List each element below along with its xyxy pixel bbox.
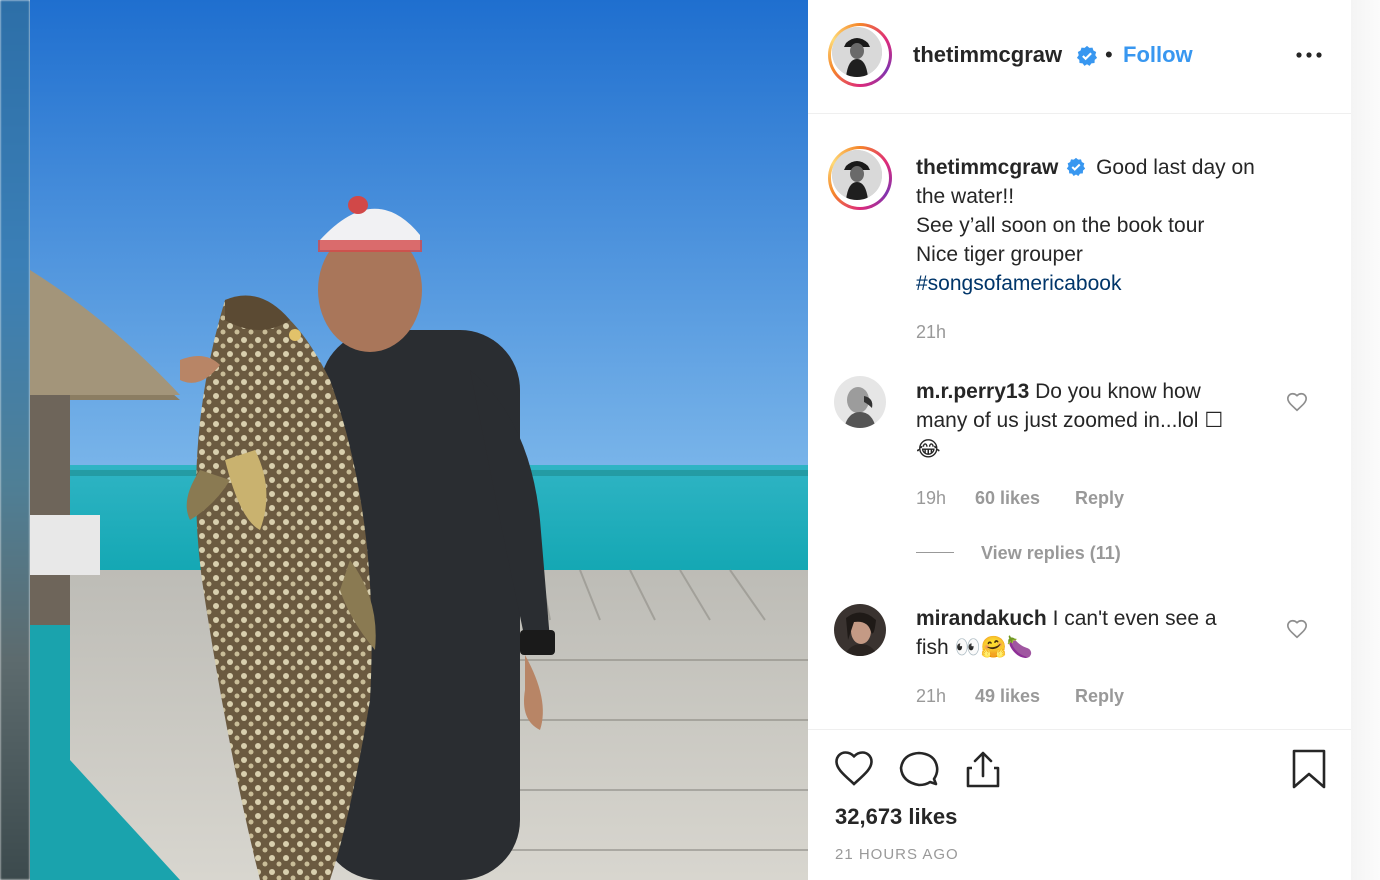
caption-text: thetimmcgraw Good last day on the water!… [916,153,1316,298]
header-username[interactable]: thetimmcgraw [913,42,1062,68]
caption-line: the water!! [916,185,1015,208]
caption-line: Good last day on [1096,156,1255,179]
caption-username[interactable]: thetimmcgraw [916,156,1058,179]
comment-timestamp[interactable]: 21h [916,686,946,707]
hashtag-link[interactable]: #songsofamericabook [916,272,1121,295]
more-horizontal-icon[interactable] [1294,40,1324,70]
like-comment-heart-icon[interactable] [1286,391,1308,413]
post-photo-illustration [30,0,808,880]
missing-glyph: ☐ [1204,409,1224,432]
like-heart-icon[interactable] [833,748,875,790]
caption-line: Nice tiger grouper [916,243,1083,266]
caption-line: See y’all soon on the book tour [916,214,1205,237]
comment-timestamp[interactable]: 19h [916,488,946,509]
comment-line: many of us just zoomed in...lol [916,409,1199,432]
post-likes-count[interactable]: 32,673 likes [835,804,957,830]
view-replies-button[interactable]: View replies (11) [981,543,1121,564]
commenter-avatar[interactable] [834,604,886,656]
replies-divider [916,552,954,553]
comment-username[interactable]: mirandakuch [916,607,1047,630]
caption-avatar[interactable] [828,146,892,210]
comment-line: 😂 [916,438,941,461]
post-header: thetimmcgraw • Follow [808,0,1351,114]
reply-button[interactable]: Reply [1075,686,1124,707]
share-icon[interactable] [962,748,1004,790]
author-avatar[interactable] [828,23,892,87]
reply-button[interactable]: Reply [1075,488,1124,509]
caption-verified-icon [1067,157,1086,176]
background-blur-strip [0,0,30,880]
header-separator: • [1105,42,1113,67]
comment-text: mirandakuch I can't even see a fish 👀🤗🍆 [916,604,1276,662]
comment-likes[interactable]: 60 likes [975,488,1040,509]
save-bookmark-icon[interactable] [1288,748,1330,790]
comment-bubble-icon[interactable] [898,748,940,790]
verified-badge-icon [1076,45,1098,66]
comment-line: I can't even see a [1052,607,1217,630]
post-details-panel: thetimmcgraw • Follow thetimmcgraw Good … [808,0,1352,880]
comment-likes[interactable]: 49 likes [975,686,1040,707]
caption-timestamp[interactable]: 21h [916,322,946,343]
comment-username[interactable]: m.r.perry13 [916,380,1029,403]
right-margin [1351,0,1380,880]
post-photo[interactable] [30,0,808,880]
comment-text: m.r.perry13 Do you know how many of us j… [916,377,1276,464]
commenter-avatar[interactable] [834,376,886,428]
follow-button[interactable]: Follow [1123,42,1193,68]
comment-line: Do you know how [1035,380,1201,403]
comment-line: fish 👀🤗🍆 [916,636,1033,659]
actions-divider [808,729,1351,730]
like-comment-heart-icon[interactable] [1286,618,1308,640]
post-time-ago[interactable]: 21 HOURS AGO [835,846,959,863]
